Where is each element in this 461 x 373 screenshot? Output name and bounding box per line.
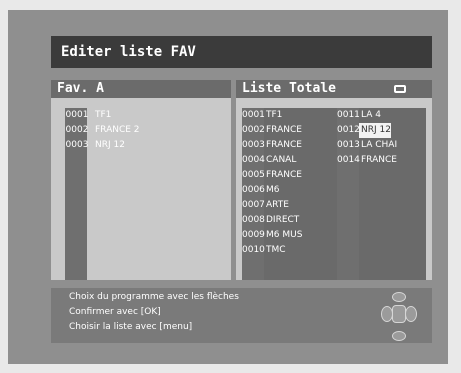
channel-number: 0009	[242, 230, 265, 240]
channel-number: 0002	[65, 125, 89, 135]
channel-name: CANAL	[266, 155, 297, 165]
channel-name: ARTE	[266, 200, 289, 210]
total-list-item[interactable]: 0001TF1	[242, 108, 337, 123]
channel-name: FRANCE 2	[95, 125, 140, 135]
favorites-list-item[interactable]: 0002 FRANCE 2	[65, 123, 225, 138]
channel-name: LA CHAI	[361, 140, 398, 150]
total-list-item[interactable]: 0010TMC	[242, 243, 337, 258]
channel-name: FRANCE	[266, 140, 302, 150]
total-list-item[interactable]: 0011LA 4	[337, 108, 426, 123]
channel-name: DIRECT	[266, 215, 300, 225]
total-list-item[interactable]: 0009M6 MUS	[242, 228, 337, 243]
help-footer: Choix du programme avec les flèches Conf…	[51, 288, 432, 343]
favorites-list-item[interactable]: 0001 TF1	[65, 108, 225, 123]
total-list-item[interactable]: 0013LA CHAI	[337, 138, 426, 153]
channel-name: NRJ 12	[95, 140, 125, 150]
channel-name: TMC	[266, 245, 286, 255]
total-list-item[interactable]: 0004CANAL	[242, 153, 337, 168]
total-list-item[interactable]: 0002FRANCE	[242, 123, 337, 138]
total-list-item[interactable]: 0008DIRECT	[242, 213, 337, 228]
ok-button-icon	[392, 305, 406, 323]
channel-number: 0005	[242, 170, 265, 180]
total-list-column-2: 0011LA 4 0012NRJ 12 0013LA CHAI 0014FRAN…	[337, 108, 426, 280]
tv-icon	[394, 85, 406, 93]
total-list-item[interactable]: 0005FRANCE	[242, 168, 337, 183]
total-list-item-selected[interactable]: 0012NRJ 12	[337, 123, 426, 138]
channel-name: M6 MUS	[266, 230, 303, 240]
channel-number: 0010	[242, 245, 265, 255]
channel-name: FRANCE	[266, 125, 302, 135]
arrow-up-icon	[392, 292, 406, 302]
help-line-arrows: Choix du programme avec les flèches	[69, 292, 239, 302]
arrow-down-icon	[392, 331, 406, 341]
window-title: Editer liste FAV	[51, 36, 432, 68]
channel-name: M6	[266, 185, 280, 195]
total-list-item[interactable]: 0014FRANCE	[337, 153, 426, 168]
channel-number: 0014	[337, 155, 360, 165]
channel-number: 0001	[65, 110, 89, 120]
channel-name: TF1	[95, 110, 112, 120]
channel-name: NRJ 12	[359, 123, 391, 138]
favorites-panel-title: Fav. A	[51, 80, 231, 98]
help-line-ok: Confirmer avec [OK]	[69, 307, 161, 317]
total-list-item[interactable]: 0006M6	[242, 183, 337, 198]
channel-name: LA 4	[361, 110, 381, 120]
help-line-menu: Choisir la liste avec [menu]	[69, 322, 193, 332]
channel-name: TF1	[266, 110, 283, 120]
total-list-panel: Liste Totale 0001TF1 0002FRANCE 0003FRAN…	[236, 80, 432, 280]
channel-name: FRANCE	[266, 170, 302, 180]
channel-number: 0007	[242, 200, 265, 210]
channel-number: 0003	[242, 140, 265, 150]
channel-number: 0002	[242, 125, 265, 135]
channel-number: 0006	[242, 185, 265, 195]
channel-number: 0011	[337, 110, 360, 120]
favorites-list-item[interactable]: 0003 NRJ 12	[65, 138, 225, 153]
channel-name: FRANCE	[361, 155, 397, 165]
channel-number: 0004	[242, 155, 265, 165]
favorites-panel: Fav. A 0001 TF1 0002 FRANCE 2 0003 NRJ 12	[51, 80, 231, 280]
remote-navigation-pad	[379, 288, 419, 343]
favorites-list: 0001 TF1 0002 FRANCE 2 0003 NRJ 12	[65, 108, 225, 153]
total-list-column-1: 0001TF1 0002FRANCE 0003FRANCE 0004CANAL …	[242, 108, 337, 280]
channel-number: 0013	[337, 140, 360, 150]
arrow-right-icon	[405, 306, 417, 322]
channel-number: 0003	[65, 140, 89, 150]
total-list-item[interactable]: 0003FRANCE	[242, 138, 337, 153]
channel-number: 0001	[242, 110, 265, 120]
total-list-item[interactable]: 0007ARTE	[242, 198, 337, 213]
channel-number: 0008	[242, 215, 265, 225]
channel-number: 0012	[337, 125, 360, 135]
